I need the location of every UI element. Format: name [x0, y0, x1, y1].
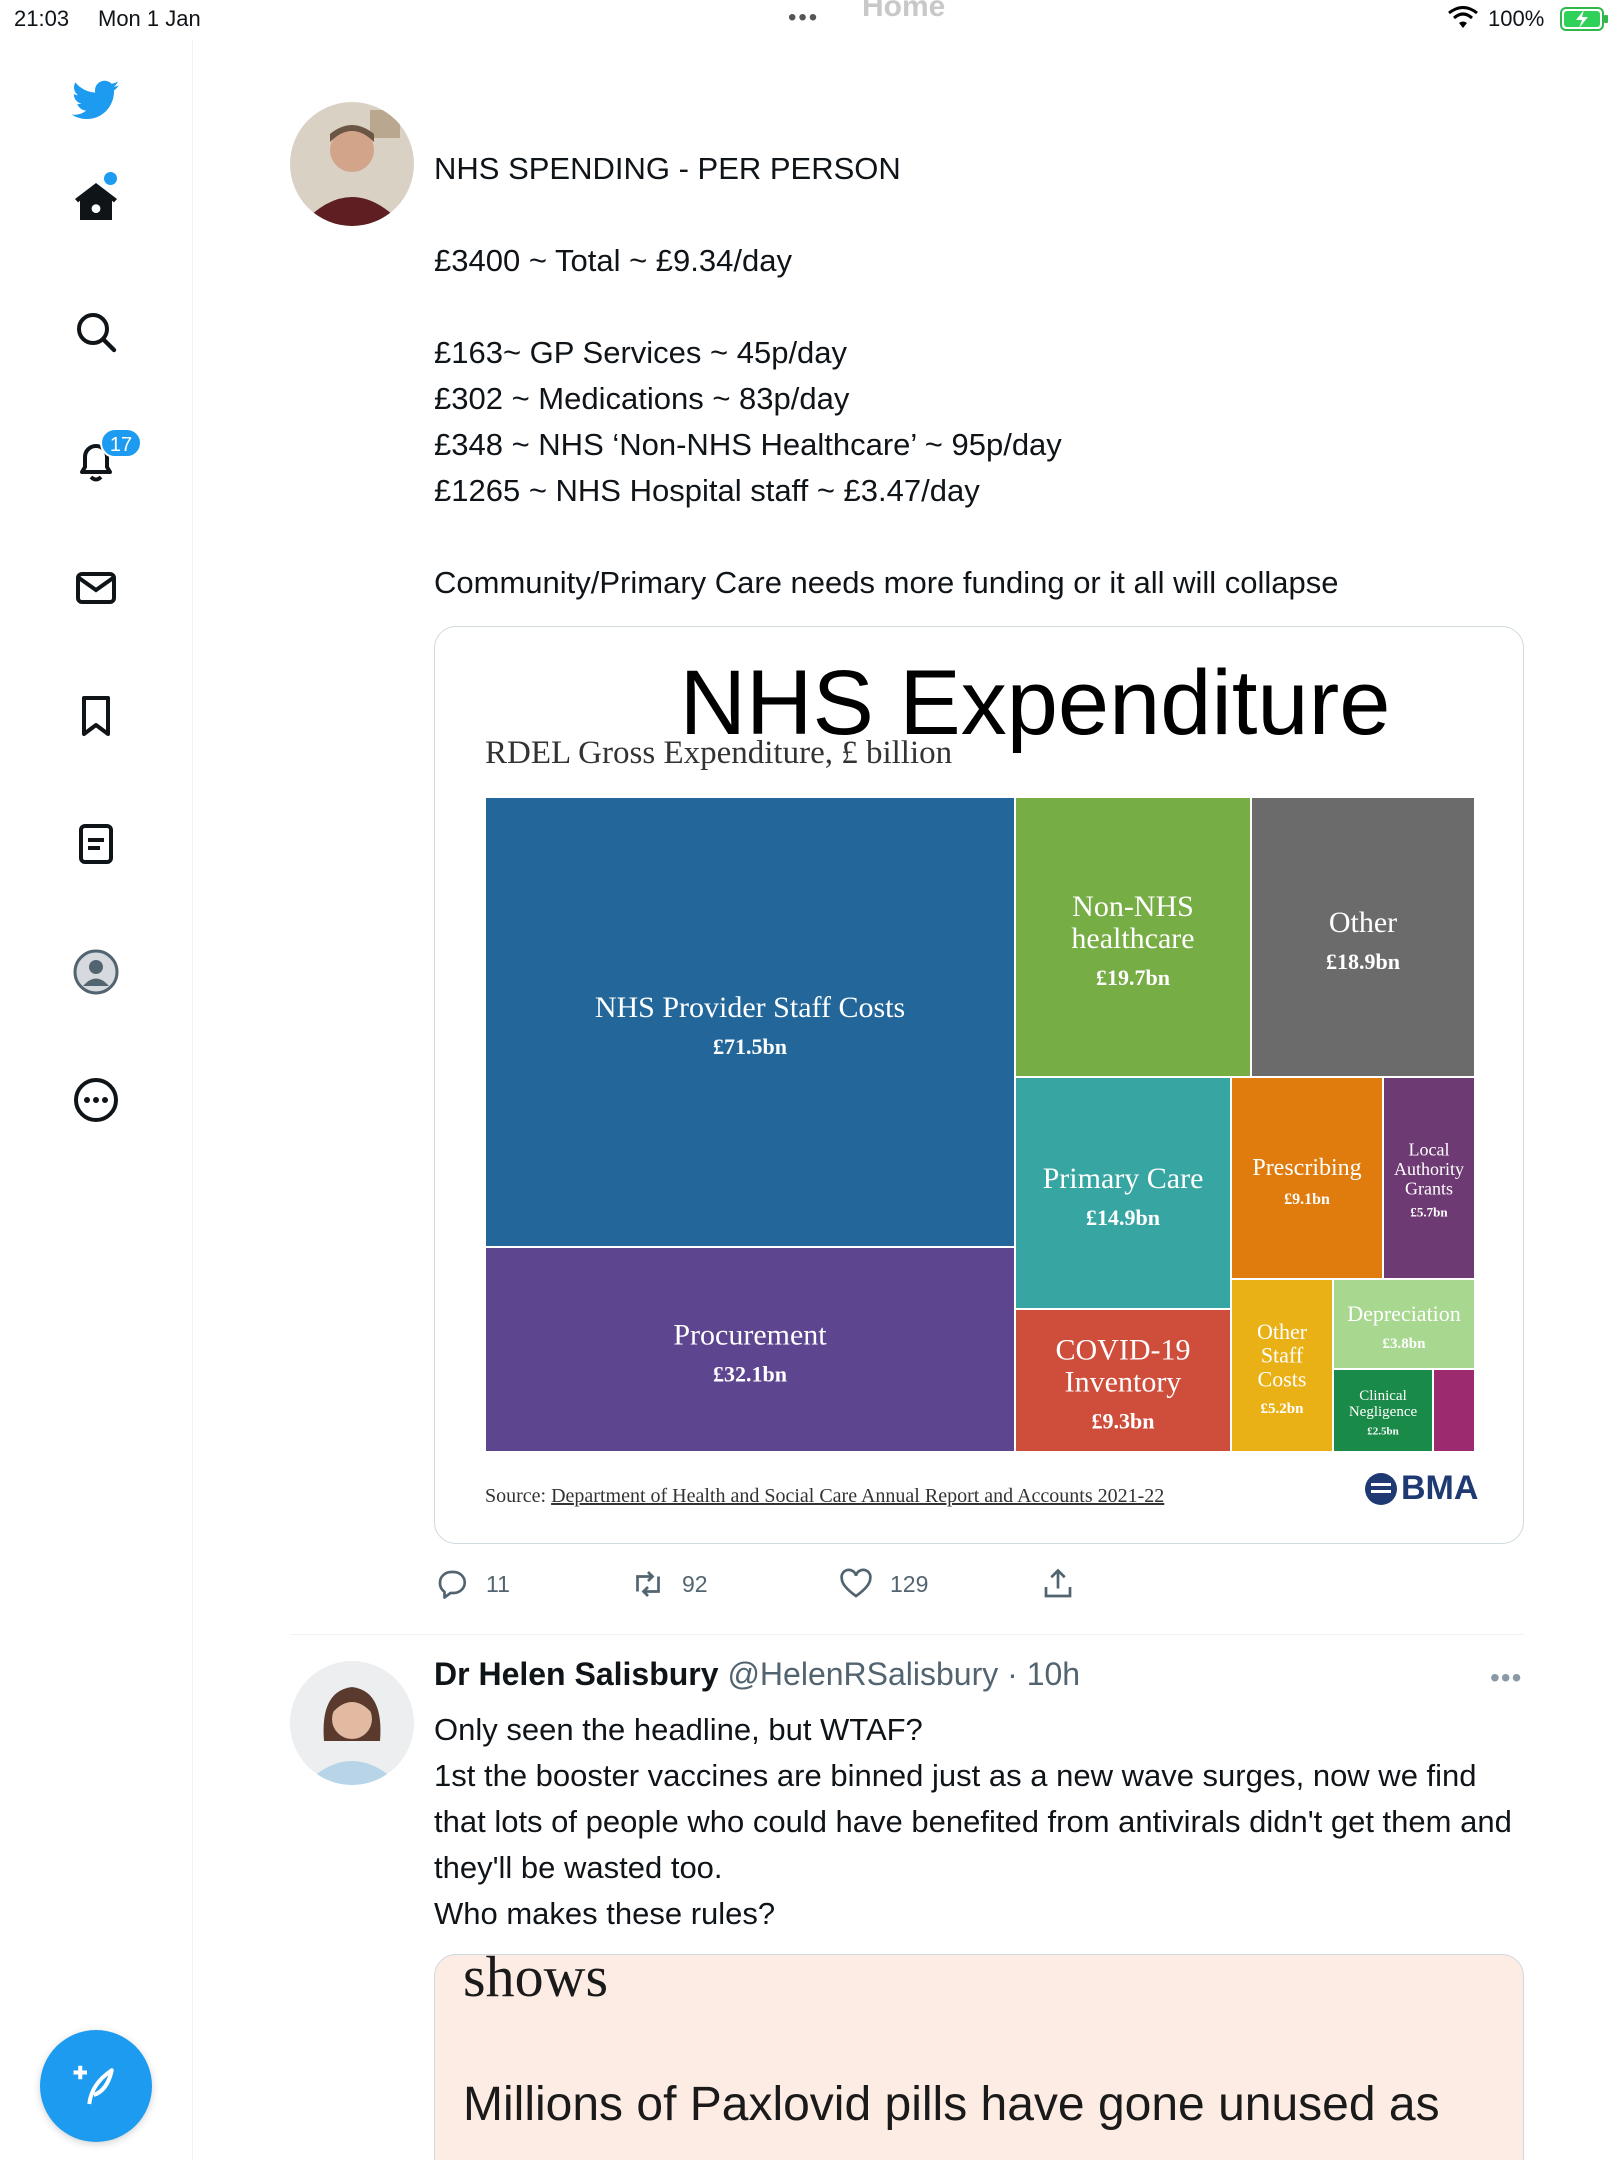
- treemap-label: Authority: [1394, 1159, 1464, 1179]
- profile-icon[interactable]: [66, 942, 126, 1002]
- heart-icon: [840, 1568, 872, 1598]
- bookmark-icon[interactable]: [66, 686, 126, 746]
- treemap-label: Inventory: [1065, 1366, 1182, 1399]
- battery-charging-icon: [1560, 7, 1608, 31]
- chart-source-label: Source:: [485, 1485, 547, 1507]
- lists-icon[interactable]: [66, 814, 126, 874]
- treemap-label: Local: [1409, 1140, 1450, 1160]
- chart-source: Source: Department of Health and Social …: [485, 1485, 1164, 1508]
- status-bar: 21:03 Mon 1 Jan ••• Home 100%: [0, 0, 1620, 40]
- treemap-value-label: £9.1bn: [1284, 1191, 1330, 1208]
- wifi-icon: [1448, 6, 1478, 28]
- treemap-value-label: £32.1bn: [713, 1361, 787, 1386]
- treemap-value-label: £5.2bn: [1261, 1401, 1305, 1417]
- treemap-label: Primary Care: [1043, 1162, 1204, 1195]
- avatar[interactable]: [290, 102, 414, 226]
- sidebar-nav: 17: [0, 40, 193, 2160]
- reply-icon: [438, 1570, 467, 1599]
- status-date: Mon 1 Jan: [98, 6, 201, 31]
- treemap-label: Procurement: [673, 1319, 827, 1352]
- article-card[interactable]: shows Millions of Paxlovid pills have go…: [434, 1954, 1524, 2160]
- treemap-label: Depreciation: [1347, 1301, 1461, 1326]
- tweet-divider: [290, 1634, 1524, 1635]
- like-count: 129: [890, 1570, 929, 1597]
- home-icon[interactable]: [66, 172, 126, 232]
- reply-button[interactable]: 11: [434, 1566, 510, 1602]
- treemap-value-label: £3.8bn: [1383, 1336, 1427, 1352]
- author-handle[interactable]: @HelenRSalisbury: [727, 1656, 998, 1692]
- chart-subtitle: RDEL Gross Expenditure, £ billion: [485, 735, 953, 771]
- more-icon[interactable]: [66, 1070, 126, 1130]
- tweet-text: Only seen the headline, but WTAF? 1st th…: [434, 1712, 1512, 1931]
- status-time: 21:03: [14, 6, 70, 31]
- reply-count: 11: [486, 1570, 510, 1597]
- author-name[interactable]: Dr Helen Salisbury: [434, 1656, 719, 1692]
- treemap-label: Negligence: [1349, 1404, 1418, 1420]
- notifications-badge: 17: [100, 428, 142, 458]
- search-icon[interactable]: [66, 302, 126, 362]
- tweet-text: NHS SPENDING - PER PERSON £3400 ~ Total …: [434, 151, 1339, 600]
- treemap-label: Costs: [1258, 1366, 1307, 1391]
- mail-icon[interactable]: [66, 558, 126, 618]
- treemap-label: healthcare: [1071, 922, 1194, 955]
- retweet-count: 92: [682, 1570, 708, 1597]
- bma-logo-text: BMA: [1401, 1469, 1479, 1507]
- share-button[interactable]: [1040, 1566, 1092, 1602]
- tweet-actions: 11 92 129: [434, 1566, 1434, 1606]
- treemap-label: COVID-19: [1056, 1333, 1191, 1366]
- retweet-icon: [636, 1571, 660, 1597]
- treemap-cell: [1432, 1368, 1475, 1452]
- home-unread-dot: [104, 172, 117, 185]
- tweet-time[interactable]: · 10h: [1007, 1656, 1080, 1692]
- treemap-label: NHS Provider Staff Costs: [595, 991, 905, 1024]
- treemap-label: Grants: [1405, 1179, 1453, 1199]
- treemap-value-label: £5.7bn: [1410, 1205, 1448, 1220]
- treemap-chart: NHS Provider Staff Costs £71.5bn Procureme…: [485, 797, 1475, 1452]
- multitasking-dots-icon[interactable]: •••: [788, 4, 819, 32]
- battery-percent: 100%: [1488, 6, 1545, 31]
- twitter-bird-icon[interactable]: [66, 70, 126, 130]
- treemap-label: Prescribing: [1252, 1155, 1361, 1181]
- chart-source-link: Department of Health and Social Care Ann…: [551, 1485, 1165, 1507]
- treemap-value-label: £14.9bn: [1086, 1205, 1160, 1230]
- article-snippet: shows: [463, 1954, 609, 2009]
- bma-logo: BMA: [1365, 1469, 1478, 1508]
- retweet-button[interactable]: 92: [630, 1566, 708, 1602]
- compose-icon: [73, 2065, 114, 2105]
- treemap-label: Clinical: [1359, 1388, 1407, 1404]
- header-title: Home: [862, 0, 946, 23]
- share-icon: [1044, 1568, 1072, 1598]
- tweet-more-icon[interactable]: •••: [1490, 1662, 1522, 1694]
- treemap-label: Non-NHS: [1072, 890, 1194, 923]
- treemap-value-label: £18.9bn: [1326, 949, 1400, 974]
- bma-logo-mark-icon: [1365, 1472, 1397, 1505]
- treemap-label: Other: [1329, 906, 1397, 939]
- compose-button[interactable]: [40, 2030, 152, 2142]
- treemap-value-label: £9.3bn: [1092, 1409, 1155, 1434]
- chart-card[interactable]: NHS Expenditure RDEL Gross Expenditure, …: [434, 626, 1524, 1544]
- tweet-header: Dr Helen Salisbury @HelenRSalisbury · 10…: [434, 1656, 1080, 1693]
- like-button[interactable]: 129: [838, 1566, 928, 1602]
- treemap-value-label: £2.5bn: [1367, 1426, 1399, 1438]
- treemap-value-label: £19.7bn: [1096, 965, 1170, 990]
- treemap-label: Other: [1257, 1319, 1308, 1344]
- avatar[interactable]: [290, 1661, 414, 1785]
- treemap-label: Staff: [1261, 1343, 1304, 1368]
- treemap-value-label: £71.5bn: [713, 1034, 787, 1059]
- article-headline: Millions of Paxlovid pills have gone unu…: [463, 2078, 1440, 2131]
